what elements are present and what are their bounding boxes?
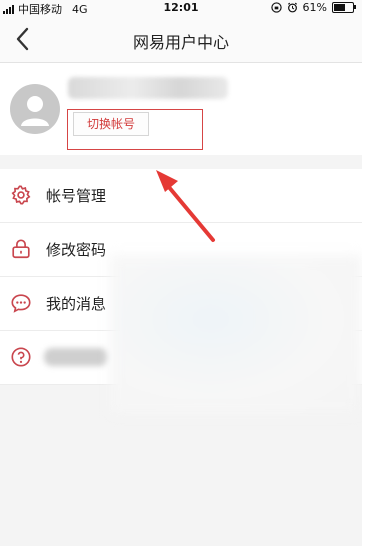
menu-item-label: 修改密码	[46, 241, 107, 259]
menu-item-label: 帐号管理	[46, 187, 107, 205]
profile-section: 切换帐号	[0, 63, 362, 155]
avatar-silhouette	[21, 96, 49, 126]
battery-percent: 61%	[302, 1, 327, 14]
menu-item-label: 我的消息	[46, 295, 107, 313]
gear-icon	[11, 185, 31, 205]
annotation-highlight-box	[67, 109, 203, 150]
menu-item-label-blurred	[44, 348, 108, 366]
nav-bar: 网易用户中心	[0, 16, 362, 63]
edge-strip	[362, 0, 372, 546]
status-right: 61%	[270, 1, 356, 14]
page-title: 网易用户中心	[132, 33, 229, 52]
phone-screen: 中国移动 4G 12:01 61% 网易用户中心 切换帐号 帐号管理 修改密码 …	[0, 0, 362, 546]
lock-icon	[12, 239, 30, 259]
annotation-arrow-icon	[156, 170, 215, 242]
status-bar: 中国移动 4G 12:01 61%	[0, 0, 362, 16]
help-circle-icon	[11, 347, 31, 367]
chat-bubble-icon	[11, 294, 31, 313]
blurred-background	[110, 255, 362, 415]
orientation-lock-icon	[270, 2, 282, 13]
default-avatar-icon[interactable]	[10, 84, 60, 134]
battery-icon	[332, 2, 356, 13]
username-blurred	[68, 77, 228, 99]
alarm-icon	[287, 2, 297, 13]
